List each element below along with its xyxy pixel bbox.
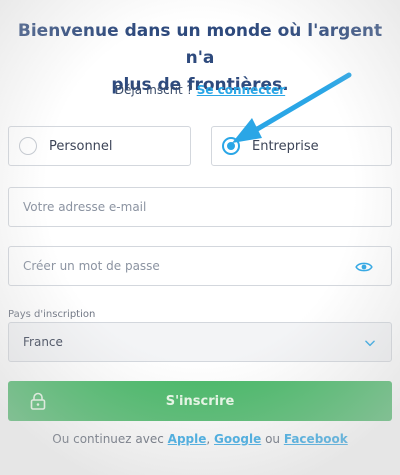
alternative-separator: ou xyxy=(265,432,281,446)
country-select[interactable]: France xyxy=(8,322,392,362)
signin-link[interactable]: Se connecter xyxy=(197,83,285,97)
chevron-down-icon[interactable] xyxy=(363,336,377,350)
account-type-personal-option[interactable]: Personnel xyxy=(8,126,191,166)
radio-checked-icon[interactable] xyxy=(222,137,240,155)
radio-unchecked-icon[interactable] xyxy=(19,137,37,155)
eye-icon[interactable] xyxy=(355,258,373,276)
welcome-heading-line1: Bienvenue dans un monde où l'argent n'a xyxy=(17,21,383,68)
account-type-business-option[interactable]: Entreprise xyxy=(211,126,392,166)
facebook-signin-link[interactable]: Facebook xyxy=(284,432,348,446)
account-type-personal-label: Personnel xyxy=(49,138,113,154)
signin-row: Déjà inscrit ? Se connecter xyxy=(0,83,400,97)
password-field[interactable] xyxy=(8,246,392,286)
country-value: France xyxy=(23,335,63,349)
signup-button-label: S'inscrire xyxy=(165,393,235,409)
apple-signin-link[interactable]: Apple xyxy=(168,432,207,446)
signin-prompt: Déjà inscrit ? xyxy=(114,83,193,97)
alternative-prefix: Ou continuez avec xyxy=(52,432,164,446)
google-signin-link[interactable]: Google xyxy=(214,432,261,446)
country-label: Pays d'inscription xyxy=(8,309,96,320)
email-field[interactable] xyxy=(8,187,392,227)
alternative-signin-row: Ou continuez avec Apple, Google ou Faceb… xyxy=(52,432,348,446)
account-type-business-label: Entreprise xyxy=(252,138,319,154)
signup-button[interactable]: S'inscrire xyxy=(8,381,392,421)
lock-icon xyxy=(30,392,46,410)
